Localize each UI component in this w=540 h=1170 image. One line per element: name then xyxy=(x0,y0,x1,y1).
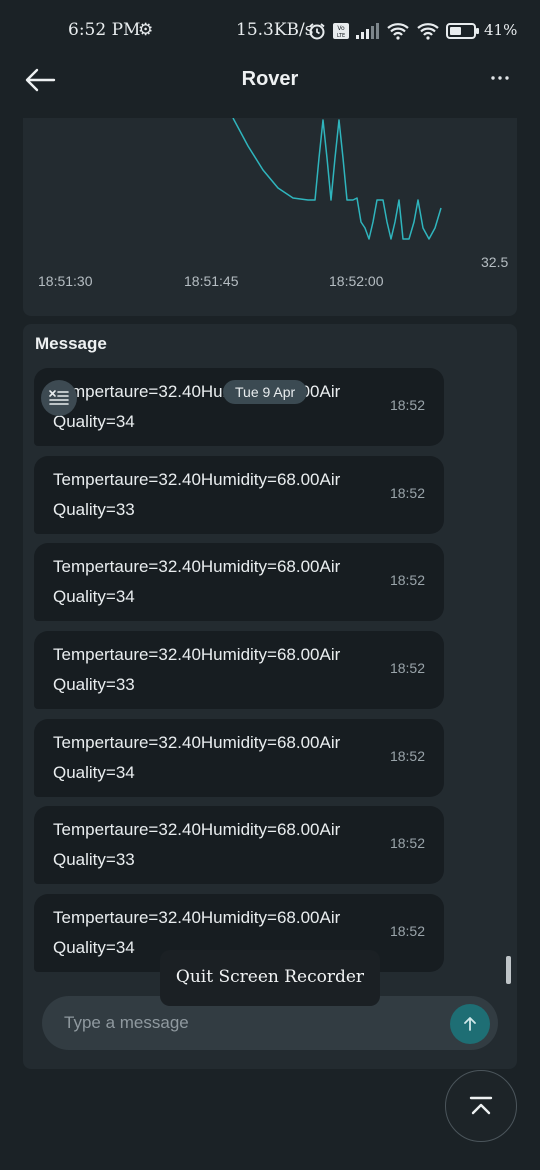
message-bubble[interactable]: Tempertaure=32.40Humidity=68.00Air Quali… xyxy=(34,456,444,534)
message-text: Tempertaure=32.40Humidity=68.00Air Quali… xyxy=(53,820,341,869)
scroll-top-button[interactable] xyxy=(445,1070,517,1142)
network-speed: 15.3KB/s xyxy=(236,20,314,40)
app-bar: Rover xyxy=(0,56,540,106)
message-text: Tempertaure=32.40Humidity=68.00Air Quali… xyxy=(53,645,341,694)
status-icons: Vo LTE xyxy=(308,19,480,43)
screen-recorder-toast[interactable]: Quit Screen Recorder xyxy=(160,950,380,1006)
svg-text:LTE: LTE xyxy=(337,33,345,39)
line-chart xyxy=(232,118,442,240)
alarm-icon xyxy=(309,23,325,40)
more-icon xyxy=(491,76,509,80)
message-bubble[interactable]: Tempertaure=32.40Humidity=68.00Air Quali… xyxy=(34,719,444,797)
message-time: 18:52 xyxy=(389,485,425,501)
message-text: Tempertaure=32.40Humidity=68.00Air Quali… xyxy=(53,382,341,431)
more-button[interactable] xyxy=(486,64,514,92)
format-clear-button[interactable] xyxy=(41,380,77,416)
message-time: 18:52 xyxy=(389,572,425,588)
scroll-top-icon xyxy=(469,1096,493,1115)
settings-icon: ⚙ xyxy=(138,20,154,39)
x-tick-label: 18:51:30 xyxy=(38,273,93,289)
message-text: Tempertaure=32.40Humidity=68.00Air Quali… xyxy=(53,557,341,606)
volte-icon: Vo LTE xyxy=(333,23,349,39)
battery-icon xyxy=(446,23,479,39)
y-tick-label: 32.5 xyxy=(481,254,509,270)
message-bubble[interactable]: Tempertaure=32.40Humidity=68.00Air Quali… xyxy=(34,806,444,884)
format-clear-icon xyxy=(49,390,69,405)
message-bubble[interactable]: Tempertaure=32.40Humidity=68.00Air Quali… xyxy=(34,543,444,621)
chart-card: 18:51:30 18:51:45 18:52:00 32.5 xyxy=(23,118,517,316)
wifi-icon xyxy=(387,23,409,40)
wifi-icon xyxy=(417,23,439,40)
message-heading: Message xyxy=(35,334,107,353)
svg-text:Vo: Vo xyxy=(337,25,345,32)
status-bar: 6:52 PM ⚙ 15.3KB/s Vo LTE 41% xyxy=(0,0,540,60)
date-separator-pill: Tue 9 Apr xyxy=(223,380,308,404)
battery-level: 41% xyxy=(484,21,518,39)
scrollbar-thumb[interactable] xyxy=(506,956,511,984)
message-time: 18:52 xyxy=(389,397,425,413)
send-button[interactable] xyxy=(450,1004,490,1044)
send-arrow-icon xyxy=(464,1017,476,1031)
message-time: 18:52 xyxy=(389,923,425,939)
message-bubble[interactable]: Tempertaure=32.40Humidity=68.00Air Quali… xyxy=(34,631,444,709)
message-time: 18:52 xyxy=(389,748,425,764)
chart-series-line xyxy=(232,118,442,240)
page-title: Rover xyxy=(241,68,299,90)
message-time: 18:52 xyxy=(389,835,425,851)
message-text: Tempertaure=32.40Humidity=68.00Air Quali… xyxy=(53,733,341,782)
status-time: 6:52 PM xyxy=(68,20,141,40)
x-tick-label: 18:51:45 xyxy=(184,273,239,289)
x-tick-label: 18:52:00 xyxy=(329,273,384,289)
message-input[interactable] xyxy=(64,1010,424,1036)
message-text: Tempertaure=32.40Humidity=68.00Air Quali… xyxy=(53,470,341,519)
message-time: 18:52 xyxy=(389,660,425,676)
signal-icon xyxy=(356,23,379,39)
